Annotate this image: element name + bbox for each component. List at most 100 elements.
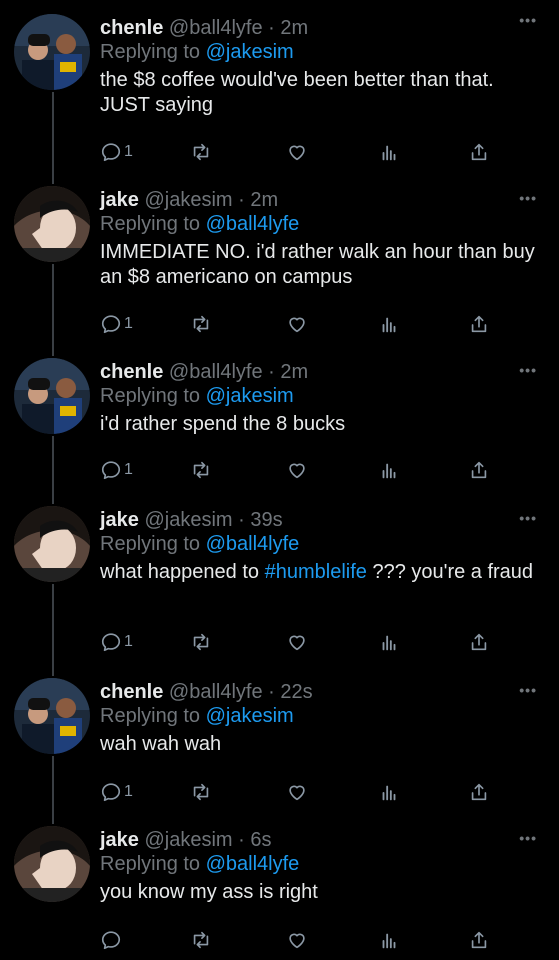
more-options-icon[interactable]: ••• [519,682,537,698]
author-handle[interactable]: @jakesim [145,829,233,851]
author-name[interactable]: jake [100,189,139,211]
reply-button[interactable] [100,925,124,955]
retweet-button[interactable] [190,777,212,807]
separator-dot: · [268,681,275,703]
timestamp[interactable]: 39s [250,509,282,531]
text-part: wah wah wah [100,733,222,755]
author-name[interactable]: jake [100,829,139,851]
author-handle[interactable]: @jakesim [145,509,233,531]
retweet-button[interactable] [190,309,212,339]
avatar[interactable] [14,358,90,434]
reply-button[interactable]: 1 [100,777,133,807]
reply-mention[interactable]: @ball4lyfe [206,213,300,235]
share-button[interactable] [468,455,490,485]
reply-icon [101,931,121,950]
retweet-button[interactable] [190,627,212,657]
author-name[interactable]: chenle [100,17,163,39]
more-options-icon[interactable]: ••• [519,12,537,28]
retweet-icon [193,315,209,333]
reply-button[interactable]: 1 [100,309,133,339]
reply-mention[interactable]: @jakesim [206,705,294,727]
author-handle[interactable]: @ball4lyfe [169,17,263,39]
reply-label: Replying to [100,41,201,63]
timestamp[interactable]: 2m [280,361,308,383]
analytics-button[interactable] [378,627,400,657]
reply-context: Replying to @ball4lyfe [100,852,539,876]
share-button[interactable] [468,777,490,807]
tweet[interactable]: jake @jakesim · 6s Replying to @ball4lyf… [0,816,559,960]
analytics-button[interactable] [378,309,400,339]
reply-context: Replying to @ball4lyfe [100,532,539,556]
timestamp[interactable]: 6s [250,829,271,851]
like-button[interactable] [286,777,308,807]
reply-button[interactable]: 1 [100,455,133,485]
analytics-button[interactable] [378,925,400,955]
author-name[interactable]: chenle [100,681,163,703]
tweet[interactable]: chenle @ball4lyfe · 2m Replying to @jake… [0,348,559,496]
analytics-icon [382,463,396,479]
timestamp[interactable]: 22s [280,681,312,703]
share-icon [471,783,487,801]
tweet-text: i'd rather spend the 8 bucks [100,412,539,437]
avatar[interactable] [14,186,90,262]
reply-button[interactable]: 1 [100,627,133,657]
reply-mention[interactable]: @ball4lyfe [206,533,300,555]
reply-icon [101,143,121,162]
heart-icon [289,145,305,161]
like-button[interactable] [286,925,308,955]
reply-mention[interactable]: @jakesim [206,385,294,407]
avatar[interactable] [14,14,90,90]
share-button[interactable] [468,925,490,955]
text-part: the $8 coffee would've been better than … [100,69,494,116]
tweet-text: what happened to #humblelife ??? you're … [100,560,539,585]
like-button[interactable] [286,137,308,167]
author-name[interactable]: chenle [100,361,163,383]
heart-icon [289,317,305,333]
hashtag-link[interactable]: #humblelife [265,561,367,583]
tweet[interactable]: chenle @ball4lyfe · 22s Replying to @jak… [0,668,559,816]
tweet-header: chenle @ball4lyfe · 2m [100,360,539,384]
reply-mention[interactable]: @ball4lyfe [206,853,300,875]
separator-dot: · [268,361,275,383]
avatar[interactable] [14,678,90,754]
more-options-icon[interactable]: ••• [519,510,537,526]
reply-button[interactable]: 1 [100,137,133,167]
retweet-button[interactable] [190,925,212,955]
tweet[interactable]: chenle @ball4lyfe · 2m Replying to @jake… [0,0,559,176]
avatar-image [14,678,90,754]
reply-count: 1 [124,783,133,800]
like-button[interactable] [286,455,308,485]
analytics-icon [382,933,396,949]
more-options-icon[interactable]: ••• [519,362,537,378]
share-button[interactable] [468,137,490,167]
tweet[interactable]: jake @jakesim · 2m Replying to @ball4lyf… [0,176,559,348]
avatar[interactable] [14,826,90,902]
avatar-image [14,186,90,262]
analytics-icon [382,635,396,651]
heart-icon [289,635,305,651]
avatar[interactable] [14,506,90,582]
author-name[interactable]: jake [100,509,139,531]
analytics-button[interactable] [378,455,400,485]
analytics-button[interactable] [378,137,400,167]
share-button[interactable] [468,627,490,657]
tweet[interactable]: jake @jakesim · 39s Replying to @ball4ly… [0,496,559,668]
more-options-icon[interactable]: ••• [519,830,537,846]
share-button[interactable] [468,309,490,339]
reply-mention[interactable]: @jakesim [206,41,294,63]
author-handle[interactable]: @ball4lyfe [169,681,263,703]
like-button[interactable] [286,627,308,657]
reply-icon [101,315,121,334]
retweet-button[interactable] [190,455,212,485]
analytics-icon [382,317,396,333]
more-options-icon[interactable]: ••• [519,190,537,206]
timestamp[interactable]: 2m [280,17,308,39]
analytics-button[interactable] [378,777,400,807]
tweet-header: jake @jakesim · 2m [100,188,539,212]
author-handle[interactable]: @ball4lyfe [169,361,263,383]
retweet-button[interactable] [190,137,212,167]
author-handle[interactable]: @jakesim [145,189,233,211]
timestamp[interactable]: 2m [250,189,278,211]
reply-icon [101,783,121,802]
like-button[interactable] [286,309,308,339]
